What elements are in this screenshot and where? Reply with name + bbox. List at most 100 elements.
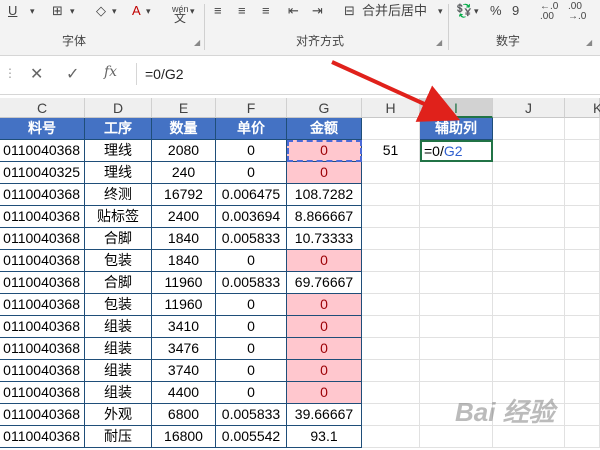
- align-center-icon[interactable]: ≡: [238, 2, 246, 20]
- empty-cell[interactable]: [493, 140, 565, 162]
- table-cell[interactable]: 1840: [152, 228, 216, 250]
- table-header-cell[interactable]: 数量: [152, 118, 216, 140]
- table-cell[interactable]: 0.005833: [216, 404, 287, 426]
- table-cell[interactable]: 终测: [85, 184, 152, 206]
- column-header-f[interactable]: F: [216, 98, 287, 118]
- column-header-h[interactable]: H: [362, 98, 420, 118]
- table-cell[interactable]: 0110040368: [0, 360, 85, 382]
- chevron-down-icon[interactable]: ▾: [474, 2, 479, 20]
- amount-cell[interactable]: 0: [287, 250, 362, 272]
- empty-cell[interactable]: [493, 316, 565, 338]
- align-left-icon[interactable]: ≡: [214, 2, 222, 20]
- empty-cell[interactable]: [362, 162, 420, 184]
- font-color-button[interactable]: A: [132, 2, 141, 20]
- currency-icon[interactable]: 💱: [456, 2, 472, 20]
- increase-decimal-icon[interactable]: ←.0.00: [540, 2, 558, 22]
- empty-cell[interactable]: [493, 206, 565, 228]
- amount-cell[interactable]: 0: [287, 338, 362, 360]
- formula-input[interactable]: =0/G2: [136, 63, 600, 85]
- table-cell[interactable]: 0: [216, 140, 287, 162]
- table-cell[interactable]: 贴标签: [85, 206, 152, 228]
- table-cell[interactable]: 6800: [152, 404, 216, 426]
- table-cell[interactable]: 组装: [85, 360, 152, 382]
- align-right-icon[interactable]: ≡: [262, 2, 270, 20]
- empty-cell[interactable]: [420, 250, 493, 272]
- table-cell[interactable]: 0110040368: [0, 338, 85, 360]
- table-cell[interactable]: 包装: [85, 294, 152, 316]
- table-cell[interactable]: 3410: [152, 316, 216, 338]
- table-cell[interactable]: 0110040368: [0, 294, 85, 316]
- empty-cell[interactable]: [362, 426, 420, 448]
- table-cell[interactable]: 0110040368: [0, 404, 85, 426]
- empty-cell[interactable]: [362, 228, 420, 250]
- empty-cell[interactable]: [565, 272, 600, 294]
- empty-cell[interactable]: [493, 360, 565, 382]
- table-cell[interactable]: 0.005542: [216, 426, 287, 448]
- table-cell[interactable]: 0110040368: [0, 272, 85, 294]
- cancel-icon[interactable]: ✕: [30, 64, 43, 84]
- column-header-c[interactable]: C: [0, 98, 85, 118]
- empty-cell[interactable]: [420, 184, 493, 206]
- table-cell[interactable]: 2080: [152, 140, 216, 162]
- empty-cell[interactable]: [565, 162, 600, 184]
- table-cell[interactable]: 0110040368: [0, 228, 85, 250]
- empty-cell[interactable]: [362, 360, 420, 382]
- table-cell[interactable]: 0110040368: [0, 206, 85, 228]
- table-cell[interactable]: 11960: [152, 294, 216, 316]
- table-cell[interactable]: 0110040325: [0, 162, 85, 184]
- dialog-launcher-icon[interactable]: ◢: [586, 38, 592, 47]
- table-cell[interactable]: 合脚: [85, 228, 152, 250]
- table-cell[interactable]: 3740: [152, 360, 216, 382]
- table-cell[interactable]: 0.006475: [216, 184, 287, 206]
- drag-handle-icon[interactable]: ⋮: [4, 66, 16, 80]
- empty-cell[interactable]: [565, 118, 600, 140]
- empty-cell[interactable]: [420, 360, 493, 382]
- empty-cell[interactable]: [493, 228, 565, 250]
- table-cell[interactable]: 0: [216, 360, 287, 382]
- empty-cell[interactable]: [362, 118, 420, 140]
- table-cell[interactable]: 240: [152, 162, 216, 184]
- empty-cell[interactable]: [493, 294, 565, 316]
- table-header-cell[interactable]: 工序: [85, 118, 152, 140]
- empty-cell[interactable]: [565, 382, 600, 404]
- table-cell[interactable]: 0.005833: [216, 272, 287, 294]
- empty-cell[interactable]: [565, 140, 600, 162]
- empty-cell[interactable]: [362, 382, 420, 404]
- column-header-i[interactable]: I: [420, 98, 493, 118]
- insert-function-icon[interactable]: fx: [104, 64, 117, 80]
- table-cell[interactable]: 0: [216, 250, 287, 272]
- confirm-icon[interactable]: ✓: [66, 64, 79, 84]
- empty-cell[interactable]: [565, 206, 600, 228]
- empty-cell[interactable]: [420, 294, 493, 316]
- empty-cell[interactable]: [420, 206, 493, 228]
- column-header-g[interactable]: G: [287, 98, 362, 118]
- table-cell[interactable]: 0110040368: [0, 382, 85, 404]
- column-header-d[interactable]: D: [85, 98, 152, 118]
- table-cell[interactable]: 0110040368: [0, 316, 85, 338]
- underline-button[interactable]: U: [8, 2, 17, 20]
- empty-cell[interactable]: [420, 338, 493, 360]
- increase-indent-icon[interactable]: ⇥: [312, 2, 323, 20]
- table-header-cell[interactable]: 料号: [0, 118, 85, 140]
- empty-cell[interactable]: [420, 162, 493, 184]
- amount-cell[interactable]: 39.66667: [287, 404, 362, 426]
- empty-cell[interactable]: [493, 162, 565, 184]
- chevron-down-icon[interactable]: ▾: [438, 2, 443, 20]
- empty-cell[interactable]: [362, 184, 420, 206]
- empty-cell[interactable]: [420, 228, 493, 250]
- empty-cell[interactable]: [493, 184, 565, 206]
- merge-center-icon[interactable]: ⊟: [344, 2, 355, 20]
- phonetic-button[interactable]: 文: [174, 9, 186, 27]
- table-cell[interactable]: 1840: [152, 250, 216, 272]
- column-header-k[interactable]: K: [565, 98, 600, 118]
- table-cell[interactable]: 0.003694: [216, 206, 287, 228]
- amount-cell[interactable]: 0: [287, 140, 362, 162]
- empty-cell[interactable]: [420, 426, 493, 448]
- table-cell[interactable]: 16800: [152, 426, 216, 448]
- empty-cell[interactable]: [493, 338, 565, 360]
- table-cell[interactable]: 0.005833: [216, 228, 287, 250]
- table-cell[interactable]: 理线: [85, 162, 152, 184]
- empty-cell[interactable]: [362, 404, 420, 426]
- percent-button[interactable]: %: [490, 2, 502, 20]
- helper-column-header[interactable]: 辅助列: [420, 118, 493, 140]
